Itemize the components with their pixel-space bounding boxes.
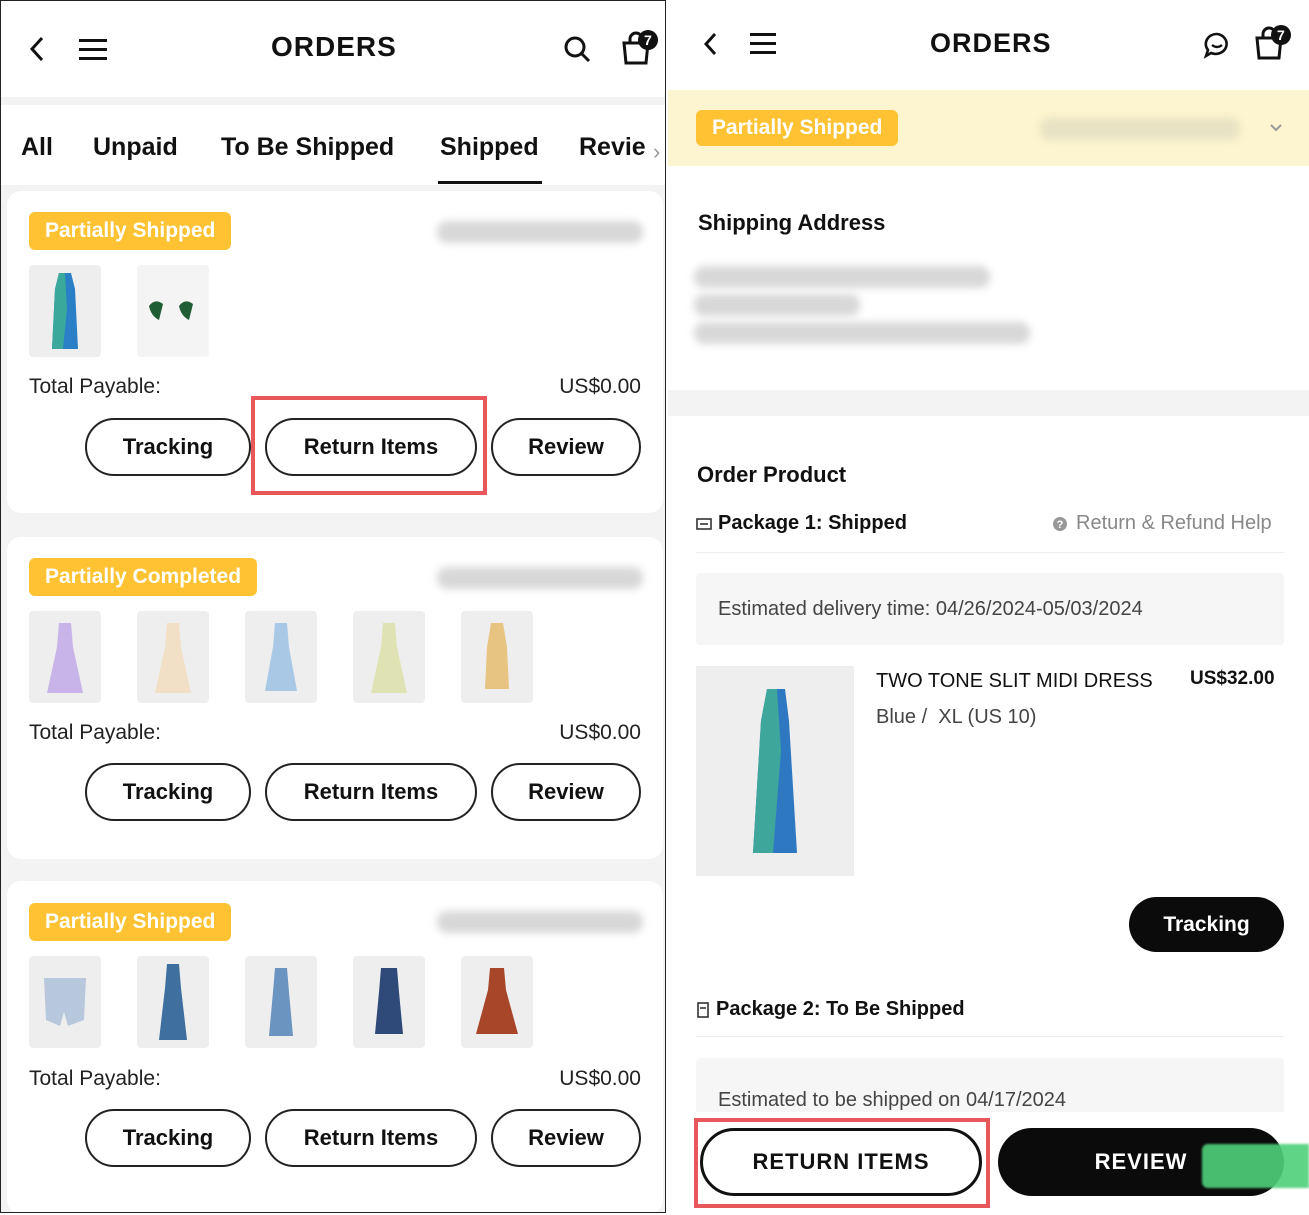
chevron-down-icon[interactable] xyxy=(1266,118,1286,138)
product-image[interactable] xyxy=(696,666,854,876)
svg-text:?: ? xyxy=(1057,519,1064,531)
menu-icon[interactable] xyxy=(77,35,109,63)
product-price: US$32.00 xyxy=(1190,668,1275,689)
address-line-blurred xyxy=(694,266,990,288)
product-name[interactable]: TWO TONE SLIT MIDI DRESS xyxy=(876,670,1153,693)
divider xyxy=(696,552,1284,553)
status-badge: Partially Completed xyxy=(29,558,258,596)
active-tab-indicator xyxy=(438,181,542,184)
product-thumbnails xyxy=(29,611,629,703)
back-arrow-icon[interactable] xyxy=(698,30,722,58)
cart-icon[interactable]: 7 xyxy=(1252,24,1292,62)
total-payable-label: Total Payable: xyxy=(29,1067,161,1090)
total-payable-amount: US$0.00 xyxy=(559,1067,641,1090)
highlight-box xyxy=(251,396,487,495)
help-icon: ? xyxy=(1053,516,1067,531)
highlight-box xyxy=(694,1118,990,1208)
tracking-button[interactable]: Tracking xyxy=(85,763,251,821)
package-icon xyxy=(696,517,712,530)
cart-count: 7 xyxy=(1277,27,1285,43)
page-title: ORDERS xyxy=(271,31,397,62)
estimated-ship-box: Estimated to be shipped on 04/17/2024 xyxy=(696,1058,1284,1118)
total-payable-amount: US$0.00 xyxy=(559,375,641,398)
tracking-button[interactable]: Tracking xyxy=(85,1109,251,1167)
product-thumbnail[interactable] xyxy=(137,611,209,703)
shipping-address-title: Shipping Address xyxy=(698,210,886,235)
cart-count: 7 xyxy=(644,32,652,48)
return-refund-help-link[interactable]: ? Return & Refund Help xyxy=(1052,512,1272,535)
product-thumbnail[interactable] xyxy=(461,956,533,1048)
package-icon xyxy=(697,1001,709,1018)
product-thumbnail[interactable] xyxy=(29,956,101,1048)
package-2-label: Package 2: To Be Shipped xyxy=(716,998,965,1020)
estimated-ship-text: Estimated to be shipped on 04/17/2024 xyxy=(718,1089,1067,1111)
page-title: ORDERS xyxy=(930,28,1052,58)
package-1-label: Package 1: Shipped xyxy=(718,512,907,534)
package-2-header: Package 2: To Be Shipped xyxy=(696,998,965,1021)
chevron-right-icon[interactable]: › xyxy=(653,139,660,165)
tab-review[interactable]: Revie xyxy=(579,133,646,162)
review-button[interactable]: Review xyxy=(491,763,641,821)
status-badge: Partially Shipped xyxy=(29,903,232,941)
tab-shipped[interactable]: Shipped xyxy=(440,133,539,162)
menu-icon[interactable] xyxy=(748,30,778,56)
order-status-bar: Partially Shipped xyxy=(668,90,1309,166)
product-variant: Blue / XL (US 10) xyxy=(876,706,1037,728)
chat-icon[interactable] xyxy=(1202,30,1232,60)
status-badge: Partially Shipped xyxy=(29,212,232,250)
product-thumbnail[interactable] xyxy=(353,956,425,1048)
tab-all[interactable]: All xyxy=(21,133,53,162)
product-thumbnail[interactable] xyxy=(245,611,317,703)
product-thumbnails xyxy=(29,956,629,1048)
divider xyxy=(696,1036,1284,1037)
tracking-button[interactable]: Tracking xyxy=(85,418,251,476)
tab-to-be-shipped[interactable]: To Be Shipped xyxy=(221,133,394,162)
product-thumbnail[interactable] xyxy=(29,611,101,703)
address-line-blurred xyxy=(694,322,1030,344)
product-thumbnails xyxy=(29,265,629,357)
return-items-button[interactable]: Return Items xyxy=(265,763,477,821)
order-detail-panel: ORDERS 7 Partially Shipped Shipping Addr… xyxy=(668,0,1309,1215)
back-arrow-icon[interactable] xyxy=(23,33,51,65)
total-payable-label: Total Payable: xyxy=(29,721,161,744)
status-tabs: All Unpaid To Be Shipped Shipped Revie › xyxy=(1,105,665,185)
order-id-blurred xyxy=(437,221,643,243)
order-id-blurred xyxy=(437,567,643,589)
order-id-blurred xyxy=(437,911,643,933)
product-thumbnail[interactable] xyxy=(353,611,425,703)
product-thumbnail[interactable] xyxy=(461,611,533,703)
product-thumbnail[interactable] xyxy=(137,956,209,1048)
top-bar: ORDERS 7 xyxy=(1,1,665,97)
package-1-header: Package 1: Shipped xyxy=(696,512,907,535)
review-button[interactable]: Review xyxy=(491,418,641,476)
product-thumbnail[interactable] xyxy=(137,265,209,357)
cart-icon[interactable]: 7 xyxy=(619,29,659,67)
tracking-button[interactable]: Tracking xyxy=(1129,897,1284,952)
order-product-title: Order Product xyxy=(697,462,847,487)
product-thumbnail[interactable] xyxy=(29,265,101,357)
search-icon[interactable] xyxy=(561,33,593,65)
order-card[interactable]: Partially Shipped Total Payable: US$0.00… xyxy=(7,881,663,1212)
order-card[interactable]: Partially Completed Total Payable: US$0.… xyxy=(7,537,663,859)
return-items-button[interactable]: Return Items xyxy=(265,1109,477,1167)
orders-list-panel: ORDERS 7 All Unpaid To Be Shipped Shippe… xyxy=(0,0,666,1213)
status-badge: Partially Shipped xyxy=(696,110,899,146)
tab-unpaid[interactable]: Unpaid xyxy=(93,133,178,162)
section-divider xyxy=(668,390,1309,416)
product-thumbnail[interactable] xyxy=(245,956,317,1048)
address-line-blurred xyxy=(694,294,860,316)
total-payable-amount: US$0.00 xyxy=(559,721,641,744)
estimated-delivery-box: Estimated delivery time: 04/26/2024-05/0… xyxy=(696,573,1284,645)
order-id-blurred xyxy=(1040,118,1240,140)
estimated-delivery-text: Estimated delivery time: 04/26/2024-05/0… xyxy=(718,597,1143,620)
total-payable-label: Total Payable: xyxy=(29,375,161,398)
floating-widget[interactable] xyxy=(1202,1144,1309,1188)
review-button[interactable]: Review xyxy=(491,1109,641,1167)
